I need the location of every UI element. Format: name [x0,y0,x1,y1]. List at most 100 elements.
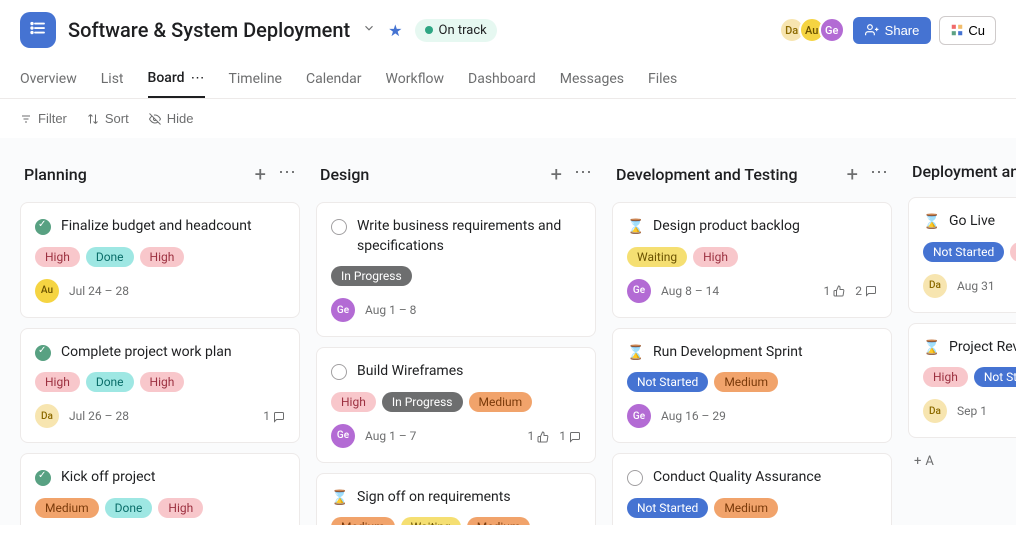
tag[interactable]: High [35,372,80,392]
card[interactable]: ⌛Project RevieHighNot StartDaSep 1 [908,323,1016,439]
tag[interactable]: High [923,367,968,387]
tag[interactable]: High [331,392,376,412]
card[interactable]: Complete project work planHighDoneHighDa… [20,328,300,444]
card-title-row: Kick off project [35,468,285,488]
avatar[interactable]: Au [35,279,59,303]
project-icon[interactable] [20,12,56,48]
check-circle-icon[interactable] [35,470,51,486]
circle-icon[interactable] [331,364,347,380]
card[interactable]: Conduct Quality AssuranceNot StartedMedi… [612,453,892,525]
card[interactable]: Finalize budget and headcountHighDoneHig… [20,202,300,318]
card[interactable]: Build WireframesHighIn ProgressMediumGeA… [316,347,596,463]
tag[interactable]: Waiting [401,517,461,525]
tab-overview[interactable]: Overview [20,60,77,98]
avatar[interactable]: Ge [331,298,355,322]
tag[interactable]: High [35,247,80,267]
check-circle-icon[interactable] [35,219,51,235]
card[interactable]: Write business requirements and specific… [316,202,596,337]
avatar[interactable]: Da [923,274,947,298]
tag[interactable]: In Progress [382,392,463,412]
hide-button[interactable]: Hide [149,111,194,126]
more-icon[interactable]: ⋯ [574,162,592,186]
tag[interactable]: Waiting [627,247,687,267]
tag[interactable]: Hi [1010,242,1016,262]
share-label: Share [885,23,920,38]
card[interactable]: ⌛Run Development SprintNot StartedMedium… [612,328,892,444]
tags: In Progress [331,266,581,286]
comments[interactable]: 1 [263,409,285,423]
more-icon[interactable]: ⋯ [870,162,888,186]
tag[interactable]: Medium [714,498,778,518]
project-title[interactable]: Software & System Deployment [68,18,350,42]
tab-list[interactable]: List [101,60,124,98]
comments[interactable]: 1 [559,429,581,443]
tag[interactable]: Medium [469,392,533,412]
tag[interactable]: High [140,372,185,392]
status-badge[interactable]: On track [415,19,497,42]
tab-timeline[interactable]: Timeline [229,60,282,98]
tab-calendar[interactable]: Calendar [306,60,362,98]
avatar[interactable]: Da [923,399,947,423]
avatar-group[interactable]: DaAuGe [779,17,845,43]
tag[interactable]: Not Start [974,367,1016,387]
tag[interactable]: Done [86,372,134,392]
card[interactable]: ⌛Design product backlogWaitingHighGeAug … [612,202,892,318]
more-icon[interactable]: ⋯ [278,162,296,186]
plus-icon[interactable]: + [551,162,562,186]
tag[interactable]: Not Started [627,498,708,518]
circle-icon[interactable] [331,219,347,235]
column-title[interactable]: Deployment and [912,162,1016,181]
column-title[interactable]: Development and Testing [616,165,798,184]
star-icon[interactable]: ★ [388,21,402,40]
check-circle-icon[interactable] [35,345,51,361]
avatar[interactable]: Ge [627,279,651,303]
card-title-row: ⌛Design product backlog [627,217,877,237]
header: Software & System Deployment ★ On track … [0,0,1016,60]
avatar[interactable]: Da [35,404,59,428]
tag[interactable]: High [140,247,185,267]
likes[interactable]: 1 [528,429,550,443]
tag[interactable]: High [158,498,203,518]
column-title[interactable]: Planning [24,165,87,184]
tab-workflow[interactable]: Workflow [386,60,445,98]
card[interactable]: ⌛Go LiveNot StartedHiDaAug 31 [908,197,1016,313]
tag[interactable]: Not Started [627,372,708,392]
tag[interactable]: Medium [714,372,778,392]
tag[interactable]: In Progress [331,266,412,286]
tag[interactable]: Medium [467,517,531,525]
tab-messages[interactable]: Messages [560,60,624,98]
customize-button[interactable]: Cu [939,16,996,45]
hourglass-icon: ⌛ [923,340,939,356]
card-footer: GeAug 1 – 8 [331,298,581,322]
chevron-down-icon[interactable] [362,21,376,39]
plus-icon[interactable]: + [255,162,266,186]
plus-icon: + [914,454,921,469]
tag[interactable]: Done [105,498,153,518]
avatar[interactable]: Ge [331,424,355,448]
likes[interactable]: 1 [824,284,846,298]
card[interactable]: Kick off projectMediumDoneHighAuJul 311 [20,453,300,525]
tags: Medium Waiting Medium [331,517,581,525]
tab-board[interactable]: Board⋯ [148,60,205,98]
more-icon[interactable]: ⋯ [191,70,205,86]
tag[interactable]: Done [86,247,134,267]
sort-button[interactable]: Sort [87,111,129,126]
filter-button[interactable]: Filter [20,111,67,126]
comments[interactable]: 2 [855,284,877,298]
tag[interactable]: Medium [35,498,99,518]
avatar[interactable]: Ge [627,404,651,428]
add-task-button[interactable]: + A [908,448,1016,475]
share-button[interactable]: Share [853,17,932,44]
hourglass-icon: ⌛ [923,214,939,230]
tab-files[interactable]: Files [648,60,677,98]
tag[interactable]: Medium [331,517,395,525]
tag[interactable]: Not Started [923,242,1004,262]
avatar[interactable]: Ge [819,17,845,43]
tab-dashboard[interactable]: Dashboard [468,60,536,98]
card-title: Kick off project [61,468,155,488]
circle-icon[interactable] [627,470,643,486]
column-title[interactable]: Design [320,165,369,184]
plus-icon[interactable]: + [847,162,858,186]
card[interactable]: ⌛Sign off on requirementsMediumWaitingMe… [316,473,596,525]
tag[interactable]: High [693,247,738,267]
